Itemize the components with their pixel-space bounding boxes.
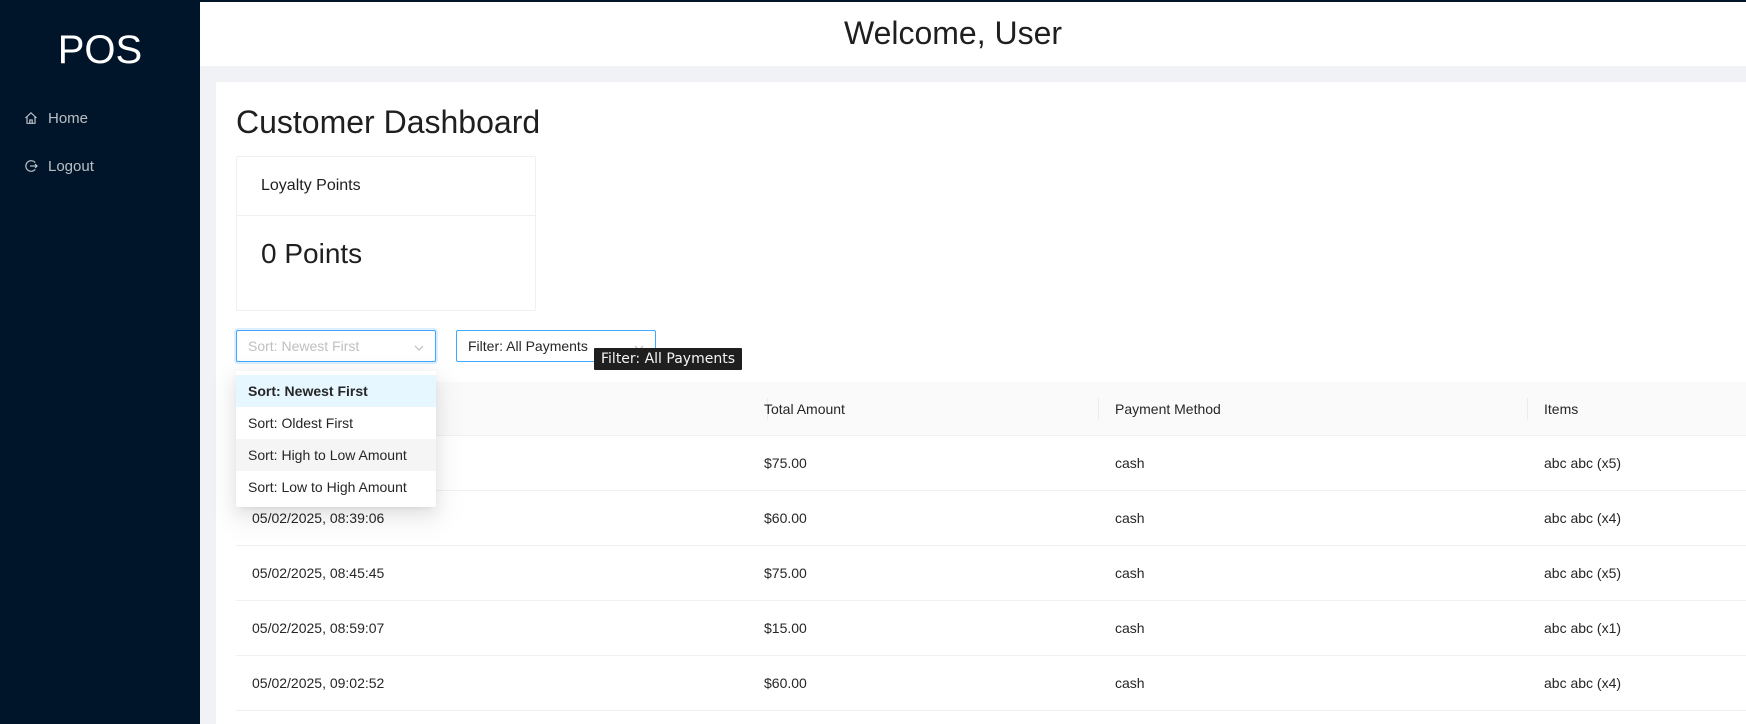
- page-title: Customer Dashboard: [236, 104, 541, 140]
- sort-option-low-to-high[interactable]: Sort: Low to High Amount: [236, 471, 436, 503]
- sidebar: POS Home Logout: [0, 0, 200, 724]
- cell-total-amount: $75.00: [764, 565, 807, 581]
- column-header-payment-method[interactable]: Payment Method: [1115, 382, 1221, 436]
- sort-dropdown-menu: Sort: Newest First Sort: Oldest First So…: [236, 371, 436, 507]
- sidebar-item-logout[interactable]: Logout: [24, 152, 94, 180]
- cell-payment-method: cash: [1115, 455, 1145, 471]
- cell-payment-method: cash: [1115, 620, 1145, 636]
- sort-option-high-to-low[interactable]: Sort: High to Low Amount: [236, 439, 436, 471]
- logout-icon: [24, 159, 38, 173]
- column-divider: [1098, 398, 1099, 420]
- table-row[interactable]: 05/02/2025, 08:45:45 $75.00 cash abc abc…: [236, 546, 1746, 601]
- table-row[interactable]: 05/02/2025, 08:39:06 $60.00 cash abc abc…: [236, 491, 1746, 546]
- sidebar-item-label: Logout: [48, 157, 94, 175]
- cell-total-amount: $15.00: [764, 620, 807, 636]
- column-divider: [1527, 398, 1528, 420]
- filter-tooltip: Filter: All Payments: [594, 348, 742, 370]
- cell-date: 05/02/2025, 08:45:45: [252, 565, 385, 581]
- loyalty-points-card: Loyalty Points 0 Points: [236, 156, 536, 311]
- sort-placeholder: Sort: Newest First: [248, 338, 360, 354]
- cell-items: abc abc (x5): [1544, 565, 1622, 581]
- sort-option-newest-first[interactable]: Sort: Newest First: [236, 375, 436, 407]
- loyalty-points-value: 0 Points: [261, 238, 363, 269]
- table-row[interactable]: 05/02/2025, 08:59:07 $15.00 cash abc abc…: [236, 601, 1746, 656]
- cell-date: 05/02/2025, 09:02:52: [252, 675, 385, 691]
- column-header-total-amount[interactable]: Total Amount: [764, 382, 845, 436]
- sidebar-item-home[interactable]: Home: [24, 104, 88, 132]
- cell-items: abc abc (x1): [1544, 620, 1622, 636]
- header: Welcome, User: [200, 2, 1746, 66]
- filter-value: Filter: All Payments: [468, 338, 588, 354]
- cell-items: abc abc (x4): [1544, 510, 1622, 526]
- cell-payment-method: cash: [1115, 510, 1145, 526]
- transactions-table: Total Amount Payment Method Items $75.00…: [236, 382, 1746, 711]
- app-logo: POS: [57, 28, 143, 72]
- chevron-down-icon: [413, 341, 425, 353]
- sort-select[interactable]: Sort: Newest First: [236, 330, 436, 362]
- cell-items: abc abc (x5): [1544, 455, 1622, 471]
- table-header: Total Amount Payment Method Items: [236, 382, 1746, 436]
- card-title: Loyalty Points: [237, 157, 535, 216]
- column-header-items[interactable]: Items: [1544, 382, 1578, 436]
- cell-total-amount: $60.00: [764, 510, 807, 526]
- table-row[interactable]: $75.00 cash abc abc (x5): [236, 436, 1746, 491]
- cell-payment-method: cash: [1115, 565, 1145, 581]
- sort-option-oldest-first[interactable]: Sort: Oldest First: [236, 407, 436, 439]
- welcome-text: Welcome, User: [843, 15, 1063, 51]
- home-icon: [24, 111, 38, 125]
- cell-total-amount: $75.00: [764, 455, 807, 471]
- main-content: Customer Dashboard Loyalty Points 0 Poin…: [216, 82, 1746, 724]
- cell-payment-method: cash: [1115, 675, 1145, 691]
- table-row[interactable]: 05/02/2025, 09:02:52 $60.00 cash abc abc…: [236, 656, 1746, 711]
- cell-date: 05/02/2025, 08:59:07: [252, 620, 385, 636]
- cell-total-amount: $60.00: [764, 675, 807, 691]
- cell-items: abc abc (x4): [1544, 675, 1622, 691]
- sidebar-item-label: Home: [48, 109, 89, 127]
- top-border: [0, 0, 1746, 2]
